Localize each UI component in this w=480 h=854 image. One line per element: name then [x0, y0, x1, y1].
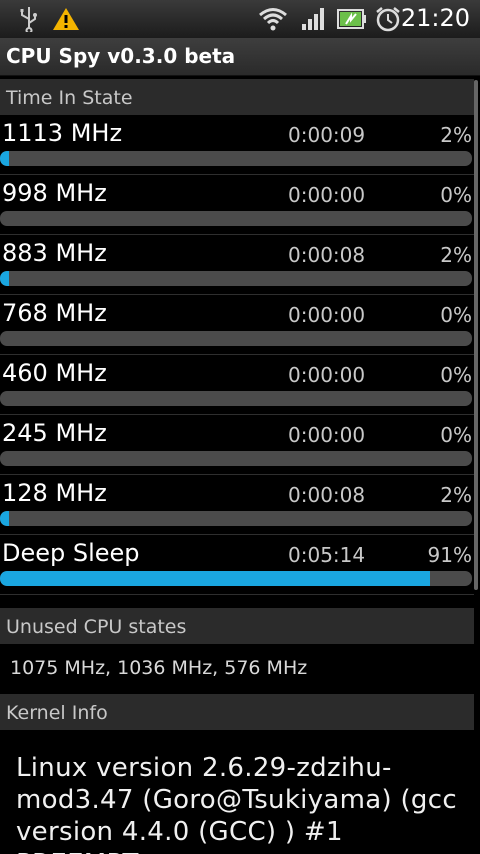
time-in-state-header: Time In State — [0, 79, 474, 115]
state-time: 0:00:00 — [288, 423, 366, 447]
state-percent: 2% — [440, 123, 472, 147]
state-time: 0:00:09 — [288, 123, 366, 147]
state-percent: 0% — [440, 423, 472, 447]
signal-icon — [302, 8, 324, 30]
state-percent: 2% — [440, 243, 472, 267]
status-time: 21:20 — [400, 4, 470, 32]
state-row[interactable]: 768 MHz 0:00:00 0% — [0, 295, 474, 355]
state-name: 883 MHz — [2, 239, 107, 267]
app-title: CPU Spy v0.3.0 beta — [6, 44, 236, 68]
alarm-icon — [376, 7, 400, 32]
state-row[interactable]: 883 MHz 0:00:08 2% — [0, 235, 474, 295]
kernel-info-label: Kernel Info — [6, 702, 108, 724]
state-time: 0:00:08 — [288, 483, 366, 507]
state-percent: 0% — [440, 183, 472, 207]
state-row[interactable]: 998 MHz 0:00:00 0% — [0, 175, 474, 235]
state-percent: 0% — [440, 303, 472, 327]
state-progress-bar — [0, 271, 472, 286]
state-percent: 2% — [440, 483, 472, 507]
state-progress-fill — [0, 151, 10, 166]
kernel-info-header: Kernel Info — [0, 694, 474, 730]
state-progress-fill — [0, 511, 10, 526]
unused-cpu-states-label: Unused CPU states — [6, 616, 187, 638]
state-name: 1113 MHz — [2, 119, 123, 147]
time-in-state-label: Time In State — [6, 87, 133, 109]
kernel-info-value: Linux version 2.6.29-zdzihu-mod3.47 (Gor… — [16, 753, 457, 854]
state-progress-bar — [0, 211, 472, 226]
state-row[interactable]: Deep Sleep 0:05:14 91% — [0, 535, 474, 595]
state-name: 128 MHz — [2, 479, 107, 507]
state-time: 0:00:00 — [288, 363, 366, 387]
state-row[interactable]: 128 MHz 0:00:08 2% — [0, 475, 474, 535]
state-row[interactable]: 460 MHz 0:00:00 0% — [0, 355, 474, 415]
state-progress-bar — [0, 571, 472, 586]
usb-icon — [20, 7, 37, 32]
state-progress-fill — [0, 571, 430, 586]
state-name: 768 MHz — [2, 299, 107, 327]
state-row[interactable]: 245 MHz 0:00:00 0% — [0, 415, 474, 475]
status-bar: 21:20 — [0, 0, 480, 38]
state-name: 460 MHz — [2, 359, 107, 387]
state-progress-bar — [0, 511, 472, 526]
state-time: 0:00:00 — [288, 183, 366, 207]
warning-icon — [53, 8, 79, 30]
scrollbar[interactable] — [474, 80, 478, 590]
state-row[interactable]: 1113 MHz 0:00:09 2% — [0, 115, 474, 175]
state-progress-bar — [0, 151, 472, 166]
state-progress-fill — [0, 271, 10, 286]
unused-cpu-states-header: Unused CPU states — [0, 608, 474, 644]
state-time: 0:05:14 — [288, 543, 366, 567]
state-percent: 91% — [427, 543, 472, 567]
wifi-icon — [259, 8, 287, 31]
state-time: 0:00:00 — [288, 303, 366, 327]
state-progress-bar — [0, 451, 472, 466]
state-name: 998 MHz — [2, 179, 107, 207]
state-percent: 0% — [440, 363, 472, 387]
unused-cpu-states-value: 1075 MHz, 1036 MHz, 576 MHz — [10, 657, 308, 679]
state-progress-bar — [0, 331, 472, 346]
state-name: 245 MHz — [2, 419, 107, 447]
battery-icon — [337, 9, 366, 29]
state-name: Deep Sleep — [2, 539, 140, 567]
state-time: 0:00:08 — [288, 243, 366, 267]
state-progress-bar — [0, 391, 472, 406]
app-title-bar: CPU Spy v0.3.0 beta — [0, 38, 480, 76]
